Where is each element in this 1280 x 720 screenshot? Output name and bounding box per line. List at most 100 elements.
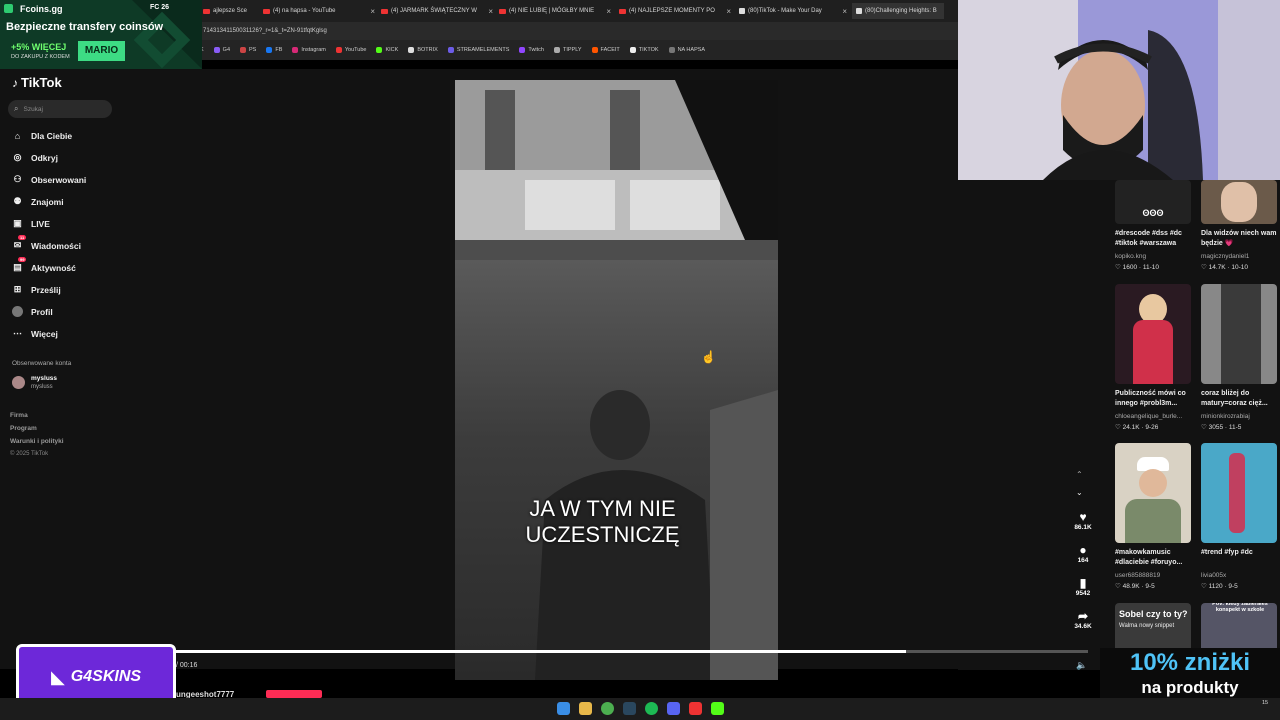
footer-link[interactable]: Program	[10, 425, 37, 432]
file-explorer-icon[interactable]	[579, 702, 592, 715]
obs-icon[interactable]	[689, 702, 702, 715]
bookmark-button[interactable]: ▮ 9542	[1072, 576, 1094, 597]
avatar[interactable]	[12, 376, 25, 389]
video-player[interactable]: JA W TYM NIE UCZESTNICZĘ ☝	[455, 80, 778, 680]
following-icon: ⚇	[13, 174, 22, 184]
tiktok-note-icon: ♪	[12, 75, 18, 90]
sidebar-item-dla-ciebie[interactable]: ⌂ Dla Ciebie	[12, 130, 72, 141]
share-count: 34.6K	[1074, 623, 1092, 630]
video-thumbnail[interactable]	[1201, 443, 1277, 543]
caption-line: JA W TYM NIE	[529, 496, 676, 521]
sidebar-item-wiadomosci[interactable]: ✉ 11 Wiadomości	[12, 235, 81, 251]
browser-tab[interactable]: (4) NAJLEPSZE MOMENTY PO ×	[619, 3, 731, 19]
footer-link[interactable]: Warunki i polityki	[10, 438, 64, 445]
bookmark[interactable]: BOTRIX	[408, 47, 438, 53]
video-caption[interactable]: Publiczność mówi co innego #probl3m...	[1115, 389, 1193, 409]
sidebar-item-przeslij[interactable]: ⊞ Prześlij	[12, 284, 61, 295]
sidebar-item-obserwowani[interactable]: ⚇ Obserwowani	[12, 174, 86, 185]
video-user[interactable]: kopiko.kng	[1115, 253, 1193, 260]
close-tab-icon[interactable]: ×	[842, 7, 847, 16]
streamelements-icon	[447, 47, 454, 53]
followed-account-name[interactable]: mysluss	[31, 375, 57, 382]
video-caption[interactable]: Dla widzów niech wam będzie 💗	[1201, 229, 1279, 249]
kick-app-icon[interactable]	[711, 702, 724, 715]
like-button[interactable]: ♥ 86.1K	[1072, 510, 1094, 531]
video-user[interactable]: chloeangelique_burle...	[1115, 413, 1193, 420]
youtube-icon	[335, 47, 342, 53]
promo-headline: Bezpieczne transfery coinsów	[6, 21, 164, 33]
sidebar-item-live[interactable]: ▣ LIVE	[12, 218, 50, 229]
video-user[interactable]: minionkirozrabiaj	[1201, 413, 1279, 420]
thumbnail-face	[1139, 469, 1167, 497]
search-box[interactable]: ⌕ Szukaj	[8, 100, 112, 118]
bookmark[interactable]: PS	[240, 47, 256, 53]
browser-tab[interactable]: ajlepsze Sce	[203, 3, 261, 19]
sidebar-item-odkryj[interactable]: ◎ Odkryj	[12, 152, 58, 163]
bookmark[interactable]: STREAMELEMENTS	[447, 47, 509, 53]
bookmark[interactable]: KICK	[376, 47, 398, 53]
folder-icon	[668, 47, 675, 53]
bookmark[interactable]: FACEIT	[591, 47, 620, 53]
video-caption[interactable]: #trend #fyp #dc	[1201, 548, 1279, 558]
heart-icon: ♥	[1079, 510, 1087, 524]
browser-tab[interactable]: (4) JARMARK ŚWIĄTECZNY W ×	[381, 3, 493, 19]
bookmark[interactable]: Twitch	[519, 47, 544, 53]
browser-tab[interactable]: (80)TikTok - Make Your Day ×	[739, 3, 847, 19]
footer-link[interactable]: Firma	[10, 412, 28, 419]
sidebar-item-wiecej[interactable]: ⋯ Więcej	[12, 328, 58, 339]
sidebar-item-profil[interactable]: Profil	[12, 306, 53, 317]
thumbnail-person	[1221, 284, 1261, 384]
discount-headline: 10% zniżki	[1129, 649, 1251, 676]
follow-button[interactable]	[266, 690, 322, 698]
video-progress-track[interactable]	[176, 650, 1088, 653]
video-caption[interactable]: #drescode #dss #dc #tiktok #warszawa	[1115, 229, 1193, 249]
bookmark-label: Instagram	[301, 47, 326, 53]
video-user[interactable]: user685888819	[1115, 572, 1193, 579]
close-tab-icon[interactable]: ×	[726, 7, 731, 16]
browser-tab-active[interactable]: (80)Challenging Heights: B	[852, 3, 944, 19]
spotify-icon[interactable]	[645, 702, 658, 715]
tiktok-logo[interactable]: ♪ TikTok	[12, 75, 62, 90]
video-user[interactable]: magicznydaniel1	[1201, 253, 1279, 260]
video-user[interactable]: livia005x	[1201, 572, 1279, 579]
browser-tab[interactable]: (4) na hapsa - YouTube ×	[263, 3, 375, 19]
volume-icon[interactable]: 🔈	[1076, 660, 1087, 671]
bookmark[interactable]: TIKTOK	[629, 47, 659, 53]
close-tab-icon[interactable]: ×	[370, 7, 375, 16]
bookmark[interactable]: TIPPLY	[553, 47, 582, 53]
bookmark[interactable]: Instagram	[292, 47, 326, 53]
chrome-icon[interactable]	[601, 702, 614, 715]
youtube-icon	[203, 8, 210, 14]
video-thumbnail[interactable]	[1201, 180, 1277, 224]
close-tab-icon[interactable]: ×	[488, 7, 493, 16]
close-tab-icon[interactable]: ×	[606, 7, 611, 16]
bookmark[interactable]: FB	[266, 47, 282, 53]
bookmark[interactable]: NA HAPSA	[668, 47, 705, 53]
more-icon: ⋯	[13, 328, 22, 338]
share-button[interactable]: ➦ 34.6K	[1072, 609, 1094, 630]
discord-icon[interactable]	[667, 702, 680, 715]
windows-taskbar: 15	[0, 698, 1280, 720]
video-caption[interactable]: #makowkamusic #dlaciebie #foruyo...	[1115, 548, 1193, 568]
windows-start-icon[interactable]	[557, 702, 570, 715]
video-thumbnail[interactable]: ʘʘʘ	[1115, 180, 1191, 224]
browser-tab[interactable]: (4) NIE LUBIĘ | MÓGŁBY MNIE ×	[499, 3, 611, 19]
previous-video-button[interactable]: ⌃	[1076, 470, 1083, 479]
bookmark[interactable]: YouTube	[335, 47, 366, 53]
search-input[interactable]: Szukaj	[23, 106, 43, 113]
bookmark[interactable]: G4	[213, 47, 230, 53]
like-count: 86.1K	[1074, 524, 1092, 531]
tab-label: (4) NIE LUBIĘ | MÓGŁBY MNIE	[509, 8, 595, 14]
next-video-button[interactable]: ⌄	[1076, 488, 1083, 497]
steam-icon[interactable]	[623, 702, 636, 715]
kick-icon	[376, 47, 383, 53]
sidebar-item-aktywnosc[interactable]: ▤ 99 Aktywność	[12, 257, 76, 273]
comment-button[interactable]: ● 164	[1072, 543, 1094, 564]
bookmark-label: KICK	[385, 47, 399, 53]
video-thumbnail[interactable]	[1115, 443, 1191, 543]
activity-icon: ▤ 99	[13, 257, 27, 272]
video-thumbnail[interactable]	[1201, 284, 1277, 384]
video-caption[interactable]: coraz bliżej do matury=coraz cięż...	[1201, 389, 1279, 409]
video-thumbnail[interactable]	[1115, 284, 1191, 384]
sidebar-item-znajomi[interactable]: ⚉ Znajomi	[12, 196, 63, 207]
